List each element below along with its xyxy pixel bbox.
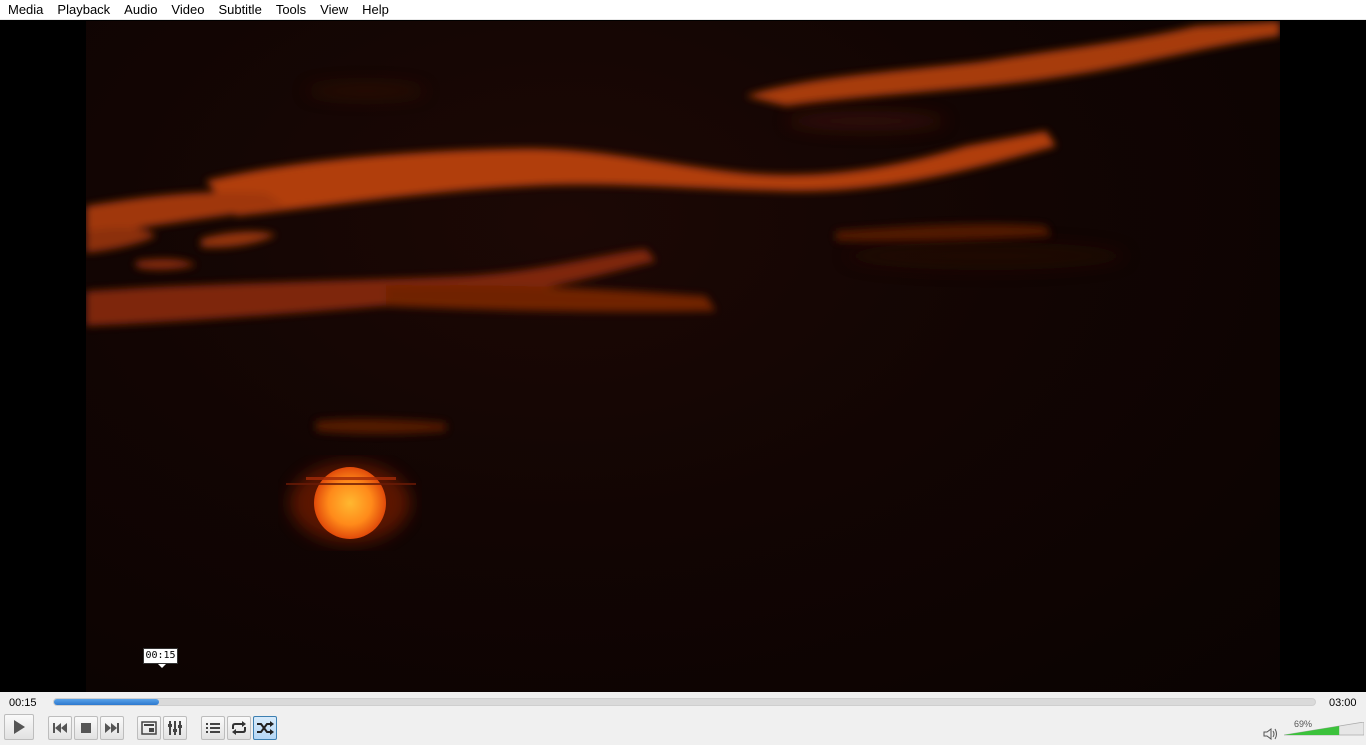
fullscreen-button[interactable] [137,716,161,740]
play-button[interactable] [4,714,34,740]
seek-slider[interactable] [53,698,1316,706]
menu-view[interactable]: View [314,0,354,20]
video-display[interactable] [0,21,1366,692]
loop-icon [232,721,246,735]
control-panel: 00:15 03:00 69% [0,692,1366,745]
next-button[interactable] [100,716,124,740]
extended-settings-button[interactable] [163,716,187,740]
menu-tools[interactable]: Tools [270,0,312,20]
playlist-button[interactable] [201,716,225,740]
seek-time-tooltip: 00:15 [143,648,178,668]
stop-button[interactable] [74,716,98,740]
extended-settings-icon [168,721,182,735]
elapsed-time: 00:15 [9,697,37,709]
menu-media[interactable]: Media [2,0,49,20]
menu-video[interactable]: Video [165,0,210,20]
sunset-video-image [86,21,1280,543]
speaker-icon[interactable] [1263,727,1279,741]
shuffle-icon [257,721,274,735]
stop-icon [81,723,91,733]
total-time[interactable]: 03:00 [1329,695,1357,711]
volume-slider[interactable] [1284,722,1364,736]
skip-next-icon [105,723,119,733]
previous-button[interactable] [48,716,72,740]
loop-button[interactable] [227,716,251,740]
playlist-icon [206,723,220,733]
random-button[interactable] [253,716,277,740]
menu-subtitle[interactable]: Subtitle [212,0,267,20]
seek-progress-fill [54,699,160,705]
menu-playback[interactable]: Playback [51,0,116,20]
video-frame[interactable] [86,21,1280,692]
menu-help[interactable]: Help [356,0,395,20]
play-icon [14,720,25,734]
menu-bar: Media Playback Audio Video Subtitle Tool… [0,0,1366,20]
fullscreen-icon [141,721,157,735]
skip-previous-icon [53,723,67,733]
menu-audio[interactable]: Audio [118,0,163,20]
